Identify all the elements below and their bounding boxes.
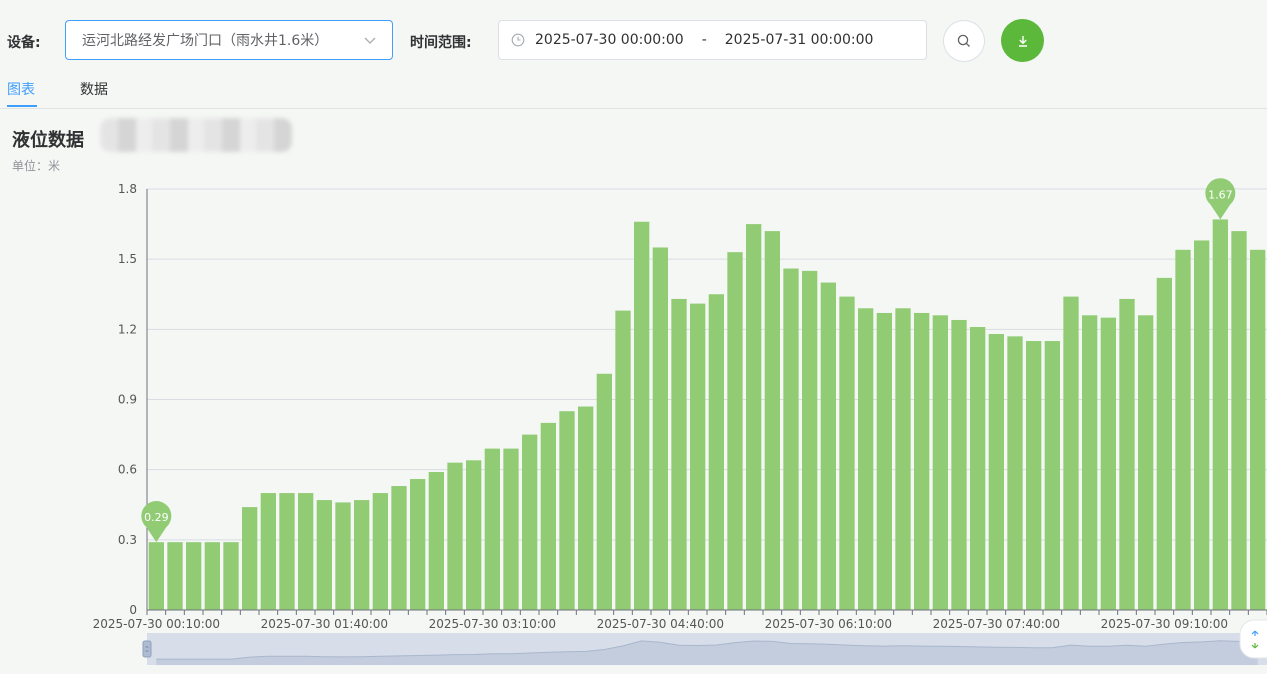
x-tick-label: 2025-07-30 00:10:00 xyxy=(93,617,220,631)
y-tick-label: 0.6 xyxy=(118,463,137,477)
data-bar[interactable] xyxy=(1044,341,1060,610)
data-bar[interactable] xyxy=(484,448,500,610)
data-bar[interactable] xyxy=(988,334,1004,610)
data-bar[interactable] xyxy=(1138,315,1154,610)
floating-widget[interactable] xyxy=(1239,619,1267,659)
zoom-slider-handle-left[interactable] xyxy=(142,640,152,658)
data-bar[interactable] xyxy=(447,462,463,610)
y-tick-label: 0.3 xyxy=(118,533,137,547)
data-bar[interactable] xyxy=(391,486,407,610)
x-tick-label: 2025-07-30 09:10:00 xyxy=(1101,617,1228,631)
data-bar[interactable] xyxy=(708,294,724,610)
data-bar[interactable] xyxy=(671,298,687,610)
data-bar[interactable] xyxy=(1082,315,1098,610)
data-bar[interactable] xyxy=(727,252,743,610)
data-bar[interactable] xyxy=(1026,341,1042,610)
data-bar[interactable] xyxy=(167,542,183,610)
data-bar[interactable] xyxy=(1063,296,1079,610)
data-bar[interactable] xyxy=(1250,249,1266,611)
level-bar-chart: 0 0.3 0.6 0.9 1.2 1.5 1.8 2025-07-30 00:10:00 20… xyxy=(93,178,1267,665)
data-bar[interactable] xyxy=(1231,231,1247,610)
data-bar[interactable] xyxy=(802,270,818,610)
x-tick-label: 2025-07-30 04:40:00 xyxy=(597,617,724,631)
data-bar[interactable] xyxy=(596,373,612,610)
data-bar[interactable] xyxy=(839,296,855,610)
data-bar[interactable] xyxy=(951,319,967,610)
data-bar[interactable] xyxy=(690,303,706,610)
data-bar[interactable] xyxy=(335,502,351,610)
data-bar[interactable] xyxy=(260,493,276,610)
data-bar[interactable] xyxy=(746,224,762,611)
y-tick-label: 1.2 xyxy=(118,322,137,336)
data-bar[interactable] xyxy=(1100,317,1116,610)
x-tick-label: 2025-07-30 03:10:00 xyxy=(429,617,556,631)
data-bar[interactable] xyxy=(783,268,799,610)
data-bar[interactable] xyxy=(615,310,631,610)
data-bar[interactable] xyxy=(242,507,258,610)
data-bar[interactable] xyxy=(1007,336,1023,610)
data-bar[interactable] xyxy=(820,282,836,610)
data-bar[interactable] xyxy=(1175,249,1191,611)
data-bar[interactable] xyxy=(970,326,986,610)
data-bar[interactable] xyxy=(634,221,650,610)
data-bar[interactable] xyxy=(1212,219,1228,610)
data-bar[interactable] xyxy=(876,312,892,610)
marker-label: 0.29 xyxy=(144,511,169,524)
data-bar[interactable] xyxy=(932,315,948,610)
data-bar[interactable] xyxy=(1156,277,1172,610)
data-bar[interactable] xyxy=(914,312,930,610)
data-bar[interactable] xyxy=(1194,240,1210,610)
data-bar[interactable] xyxy=(559,411,575,610)
data-bar[interactable] xyxy=(279,493,295,610)
y-tick-label: 0.9 xyxy=(118,393,137,407)
data-bar[interactable] xyxy=(578,406,594,610)
marker-label: 1.67 xyxy=(1208,188,1233,201)
data-bar[interactable] xyxy=(223,542,239,610)
data-bar[interactable] xyxy=(410,479,426,610)
data-bar[interactable] xyxy=(298,493,314,610)
data-bar[interactable] xyxy=(895,308,911,610)
data-bar[interactable] xyxy=(428,472,444,610)
data-bar[interactable] xyxy=(652,247,668,610)
y-tick-label: 0 xyxy=(129,603,137,617)
y-tick-label: 1.5 xyxy=(118,252,137,266)
x-tick-label: 2025-07-30 07:40:00 xyxy=(933,617,1060,631)
data-bar[interactable] xyxy=(186,542,202,610)
y-tick-label: 1.8 xyxy=(118,182,137,196)
data-bar[interactable] xyxy=(503,448,519,610)
data-bar[interactable] xyxy=(204,542,220,610)
data-bar[interactable] xyxy=(316,500,332,610)
data-bar[interactable] xyxy=(354,500,370,610)
data-bar[interactable] xyxy=(540,422,556,610)
x-tick-label: 2025-07-30 01:40:00 xyxy=(261,617,388,631)
data-bar[interactable] xyxy=(764,231,780,610)
x-tick-label: 2025-07-30 06:10:00 xyxy=(765,617,892,631)
data-bar[interactable] xyxy=(148,542,164,610)
data-bar[interactable] xyxy=(1119,298,1135,610)
data-bar[interactable] xyxy=(466,460,482,610)
data-bar[interactable] xyxy=(522,434,538,610)
data-bar[interactable] xyxy=(858,308,874,610)
data-bar[interactable] xyxy=(372,493,388,610)
